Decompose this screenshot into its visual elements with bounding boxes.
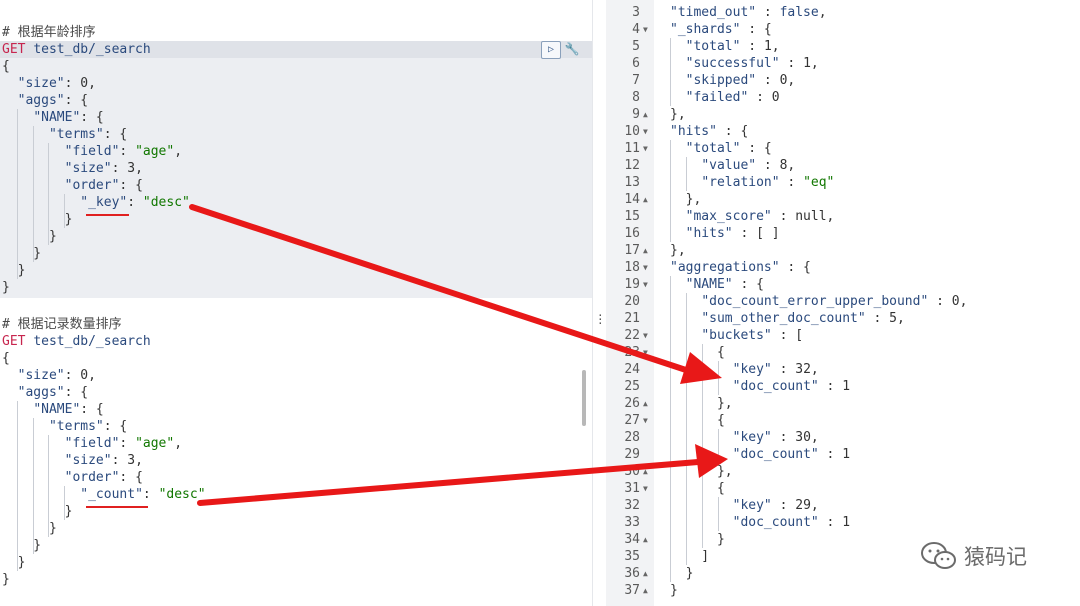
watermark: 猿码记	[920, 541, 1027, 571]
watermark-text: 猿码记	[964, 545, 1027, 569]
arrow-count-to-bucket	[197, 459, 701, 506]
arrow-key-to-bucket	[189, 204, 695, 375]
wechat-icon	[921, 542, 956, 569]
arrow-head-icon	[680, 352, 722, 384]
arrow-head-icon	[695, 444, 728, 478]
annotation-arrows	[189, 204, 728, 506]
